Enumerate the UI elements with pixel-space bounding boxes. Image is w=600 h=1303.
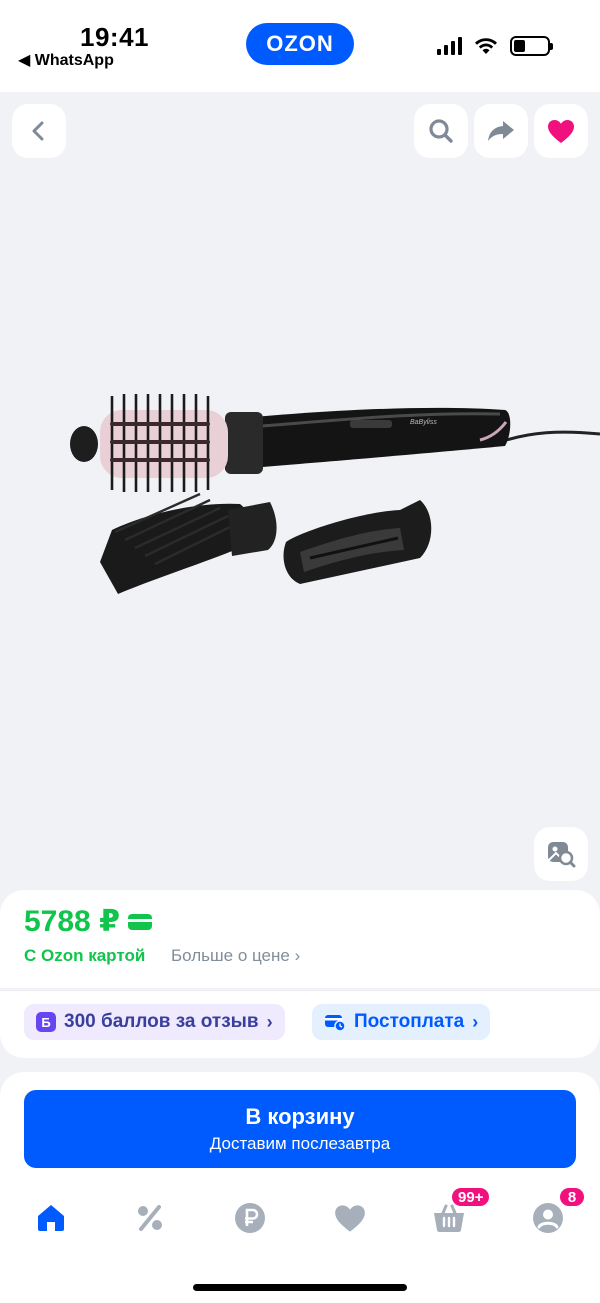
more-about-price-link[interactable]: Больше о цене › [171, 946, 300, 966]
tab-home[interactable] [21, 1190, 81, 1246]
heart-icon [548, 119, 574, 143]
status-icons [437, 36, 553, 56]
home-indicator[interactable] [193, 1284, 407, 1291]
product-gallery[interactable]: BaByliss [0, 92, 600, 892]
price-value: 5788 ₽ [24, 905, 120, 938]
delivery-subtitle: Доставим послезавтра [209, 1134, 391, 1153]
review-points-badge[interactable]: Б 300 баллов за отзыв › [24, 1004, 285, 1040]
price-card: 5788 ₽ [0, 890, 600, 988]
profile-icon [533, 1203, 563, 1233]
back-button[interactable] [12, 104, 66, 158]
ozon-card-icon [127, 913, 152, 930]
similar-search-button[interactable] [534, 827, 588, 881]
price-row: 5788 ₽ [24, 904, 152, 939]
tab-finance[interactable] [220, 1190, 280, 1246]
search-button[interactable] [414, 104, 468, 158]
cart-counter-badge: 99+ [450, 1186, 492, 1208]
search-icon [429, 119, 453, 143]
percent-icon [138, 1205, 162, 1231]
card-clock-icon [325, 1015, 346, 1031]
review-points-label: 300 баллов за отзыв [64, 1011, 259, 1032]
share-button[interactable] [474, 104, 528, 158]
chevron-right-icon: › [472, 1011, 479, 1032]
status-bar: 19:41 ◀ WhatsApp OZON [0, 0, 600, 92]
ozon-card-label: С Ozon картой [24, 946, 146, 965]
chevron-right-icon: › [266, 1011, 273, 1032]
bottom-tab-bar: 99+ 8 [0, 1186, 600, 1250]
add-to-cart-button[interactable]: В корзину Доставим послезавтра [24, 1090, 576, 1168]
tab-favorites[interactable] [320, 1190, 380, 1246]
similar-search-icon [548, 842, 576, 868]
status-time: 19:41 [80, 22, 149, 52]
ruble-icon [235, 1203, 265, 1233]
back-to-app-link[interactable]: ◀ WhatsApp [18, 50, 114, 70]
signal-icon [437, 37, 462, 55]
svg-text:BaByliss: BaByliss [410, 419, 437, 426]
ozon-logo: OZON [246, 23, 354, 65]
tab-sales[interactable] [120, 1190, 180, 1246]
home-icon [38, 1205, 64, 1231]
add-to-cart-title: В корзину [245, 1104, 355, 1129]
more-about-price-label: Больше о цене [171, 946, 290, 965]
points-icon: Б [36, 1012, 56, 1032]
favorite-button[interactable] [534, 104, 588, 158]
favorites-icon [335, 1204, 365, 1232]
profile-counter-badge: 8 [558, 1186, 586, 1208]
product-image[interactable]: BaByliss [0, 382, 600, 622]
postpay-label: Постоплата [354, 1011, 465, 1032]
wifi-icon [475, 38, 497, 54]
share-icon [488, 121, 514, 141]
postpay-badge[interactable]: Постоплата › [312, 1004, 491, 1040]
back-icon [32, 121, 44, 141]
chevron-right-icon: › [294, 946, 301, 965]
battery-icon [510, 36, 553, 56]
